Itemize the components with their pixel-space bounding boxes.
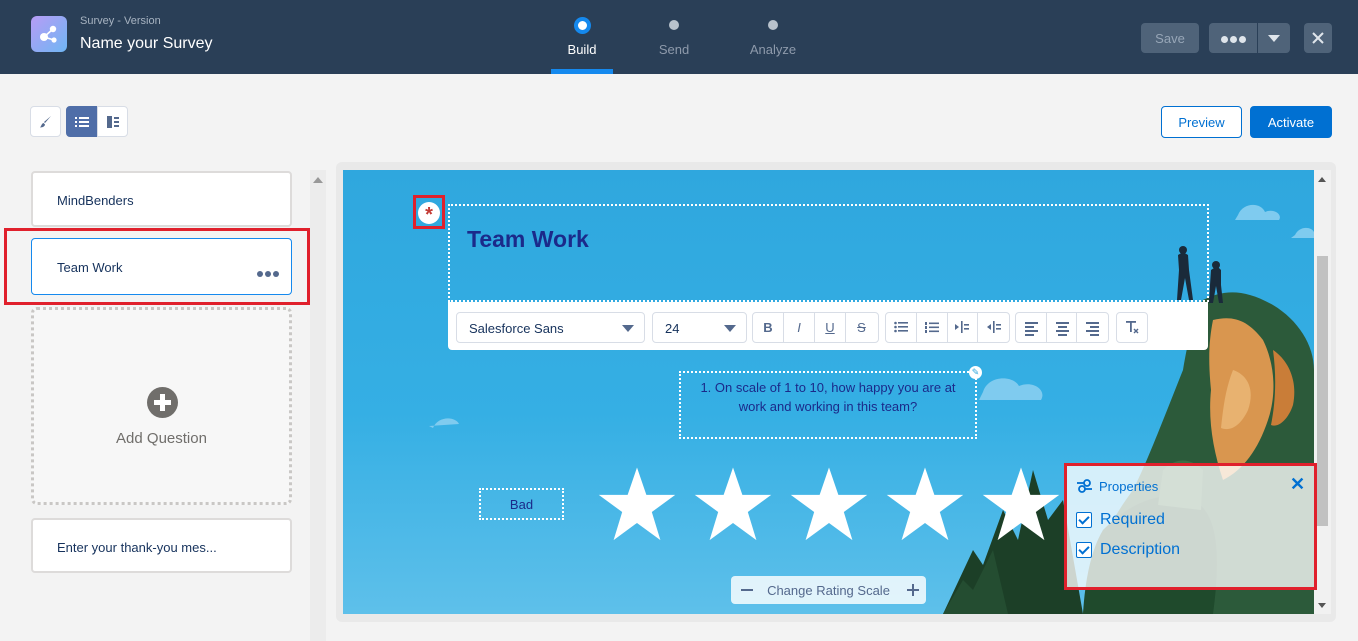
page-title-editor[interactable] (448, 204, 1209, 302)
top-header-bar: Survey - Version Name your Survey Build … (0, 0, 1358, 74)
add-question-label: Add Question (116, 430, 207, 447)
bold-button[interactable]: B (753, 313, 784, 342)
change-rating-scale-label: Change Rating Scale (767, 583, 890, 598)
split-view-button[interactable] (97, 106, 128, 137)
highlight-required-marker (413, 195, 445, 229)
outdent-button[interactable] (978, 313, 1009, 342)
font-size-select[interactable]: 24 (652, 312, 747, 343)
rating-star-5[interactable] (982, 466, 1060, 544)
list-icon (75, 117, 89, 127)
save-button[interactable]: Save (1141, 23, 1199, 53)
survey-version-label: Survey - Version (80, 15, 161, 27)
alignment-group (1015, 312, 1109, 343)
activate-button[interactable]: Activate (1250, 106, 1332, 138)
sidebar-scrollbar[interactable] (310, 170, 326, 641)
ellipsis-dot (1229, 35, 1237, 43)
list-view-button[interactable] (66, 106, 97, 137)
question-settings-icon[interactable]: ✎ (969, 366, 982, 379)
rich-text-toolbar: Salesforce Sans 24 B I U S (448, 302, 1208, 350)
bulleted-list-button[interactable] (886, 313, 917, 342)
chevron-down-icon (622, 325, 634, 332)
indent-button[interactable] (948, 313, 979, 342)
list-indent-group (885, 312, 1010, 343)
bulleted-list-icon (894, 321, 908, 333)
step-analyze[interactable]: Analyze (733, 18, 813, 57)
font-size-value: 24 (665, 321, 680, 336)
step-build[interactable]: Build (542, 17, 622, 57)
clear-format-group (1116, 312, 1148, 343)
clear-formatting-button[interactable] (1117, 313, 1147, 342)
rating-star-1[interactable] (598, 466, 676, 544)
highlight-properties-panel (1064, 463, 1317, 590)
more-actions-dropdown-button[interactable] (1258, 23, 1290, 53)
increase-scale-button-vertical[interactable] (912, 584, 914, 596)
step-send-label: Send (658, 42, 690, 57)
step-send-indicator (669, 20, 679, 30)
rating-star-3[interactable] (790, 466, 868, 544)
page-card-label: Enter your thank-you mes... (57, 540, 217, 555)
align-right-icon (1086, 322, 1100, 338)
page-card-label: MindBenders (57, 193, 134, 208)
ellipsis-icon (1220, 35, 1228, 43)
align-left-icon (1025, 322, 1038, 338)
outdent-icon (986, 321, 1001, 333)
add-question-area[interactable]: Add Question (31, 307, 292, 505)
split-view-icon (107, 116, 119, 128)
scroll-down-icon (1318, 603, 1326, 608)
align-left-button[interactable] (1016, 313, 1047, 342)
step-analyze-label: Analyze (749, 42, 797, 57)
font-family-select[interactable]: Salesforce Sans (456, 312, 645, 343)
add-circle-icon (147, 387, 178, 418)
indent-icon (955, 321, 970, 333)
text-style-group: B I U S (752, 312, 879, 343)
theme-paintbrush-button[interactable] (30, 106, 61, 137)
step-build-label: Build (567, 42, 597, 57)
paintbrush-icon (40, 116, 51, 128)
numbered-list-button[interactable] (917, 313, 948, 342)
highlight-team-work (4, 228, 310, 305)
close-button[interactable] (1304, 23, 1332, 53)
step-build-indicator (573, 17, 591, 34)
strikethrough-button[interactable]: S (846, 313, 877, 342)
rating-star-2[interactable] (694, 466, 772, 544)
scrollbar-thumb[interactable] (1317, 256, 1328, 526)
step-analyze-indicator (768, 20, 778, 30)
rating-star-4[interactable] (886, 466, 964, 544)
question-text[interactable]: 1. On scale of 1 to 10, how happy you ar… (687, 378, 969, 416)
page-card-thank-you[interactable]: Enter your thank-you mes... (31, 518, 292, 573)
underline-button[interactable]: U (815, 313, 846, 342)
ellipsis-dot (1238, 35, 1246, 43)
clear-formatting-icon (1126, 321, 1139, 334)
numbered-list-icon (924, 322, 939, 333)
scroll-up-icon (1318, 177, 1326, 182)
active-step-underline (551, 69, 613, 74)
more-actions-button[interactable] (1209, 23, 1258, 53)
close-icon (1312, 32, 1324, 44)
scroll-up-icon (313, 177, 323, 183)
align-center-button[interactable] (1047, 313, 1078, 342)
page-card-mindbenders[interactable]: MindBenders (31, 171, 292, 227)
font-family-value: Salesforce Sans (469, 321, 564, 336)
change-rating-scale-control: Change Rating Scale (731, 576, 926, 604)
chevron-down-icon (724, 325, 736, 332)
align-center-icon (1055, 322, 1069, 338)
survey-app-icon (31, 16, 67, 52)
step-send[interactable]: Send (634, 18, 714, 57)
survey-name[interactable]: Name your Survey (80, 35, 213, 53)
low-rating-label[interactable]: Bad (479, 497, 564, 512)
preview-button[interactable]: Preview (1161, 106, 1242, 138)
page-title[interactable]: Team Work (467, 226, 589, 253)
align-right-button[interactable] (1077, 313, 1108, 342)
italic-button[interactable]: I (784, 313, 815, 342)
